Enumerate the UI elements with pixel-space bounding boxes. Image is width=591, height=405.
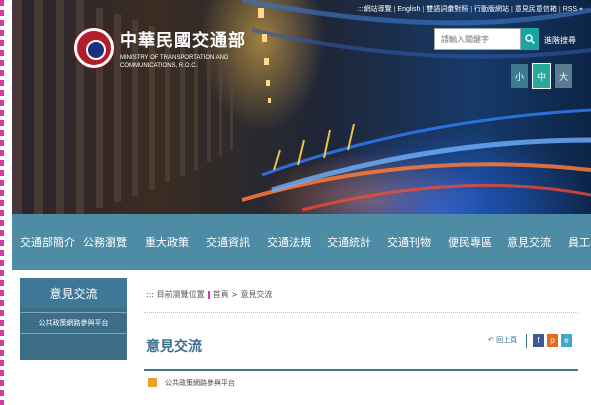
nav-item-publications[interactable]: 交通刊物 bbox=[387, 234, 431, 250]
advanced-search-link[interactable]: 進階搜尋 bbox=[544, 35, 576, 46]
facebook-icon[interactable]: f bbox=[533, 334, 544, 347]
nav-item-major-policies[interactable]: 重大政策 bbox=[145, 234, 189, 250]
breadcrumb-divider bbox=[144, 312, 578, 313]
page-edge-marker bbox=[0, 0, 4, 405]
main-nav: 交通部簡介 公務瀏覽 重大政策 交通資訊 交通法規 交通統計 交通刊物 便民專區… bbox=[12, 214, 591, 270]
document-icon bbox=[148, 378, 157, 387]
nav-item-staff[interactable]: 員工專 bbox=[568, 234, 591, 250]
font-size-large-button[interactable]: 大 bbox=[555, 64, 572, 88]
font-size-small-button[interactable]: 小 bbox=[511, 64, 528, 88]
sidebar-title: 意見交流 bbox=[20, 278, 127, 308]
site-logo[interactable]: 中華民國交通部 MINISTRY OF TRANSPORTATION AND C… bbox=[74, 26, 260, 70]
english-link[interactable]: English bbox=[397, 6, 420, 13]
sitemap-link[interactable]: :::網站導覽 bbox=[358, 6, 392, 13]
site-title-zh: 中華民國交通部 bbox=[120, 31, 246, 51]
top-utility-links: :::網站導覽 | English | 雙語詞彙對照 | 行動版網站 | 意見民意信箱 | RSS … bbox=[357, 6, 583, 13]
back-link[interactable]: ↶ 回上頁 bbox=[488, 335, 517, 345]
mailbox-link[interactable]: 意見民意信箱 bbox=[515, 6, 557, 13]
ministry-seal-icon bbox=[74, 28, 114, 68]
rss-icon[interactable]: ⌖ bbox=[579, 6, 583, 13]
breadcrumb-separator: > bbox=[231, 290, 238, 299]
nav-item-regulations[interactable]: 交通法規 bbox=[267, 234, 311, 250]
toolbar-divider bbox=[526, 334, 527, 348]
breadcrumb-label: 目前瀏覽位置 bbox=[156, 290, 205, 299]
list-item[interactable]: 公共政策網路參與平台 bbox=[165, 378, 235, 388]
bilingual-glossary-link[interactable]: 雙語詞彙對照 bbox=[426, 6, 468, 13]
nav-item-transport-info[interactable]: 交通資訊 bbox=[206, 234, 250, 250]
back-link-label: 回上頁 bbox=[496, 336, 518, 344]
rss-link[interactable]: RSS bbox=[563, 6, 577, 13]
location-marker-icon bbox=[207, 290, 210, 299]
title-divider bbox=[144, 369, 578, 371]
search-input[interactable] bbox=[434, 28, 521, 50]
breadcrumb-current: 意見交流 bbox=[240, 290, 273, 299]
back-arrow-icon: ↶ bbox=[488, 336, 494, 344]
search-button[interactable] bbox=[521, 28, 539, 50]
nav-item-about[interactable]: 交通部簡介 bbox=[20, 234, 75, 250]
plurk-icon[interactable]: p bbox=[547, 334, 558, 347]
sidebar-item-policy-platform[interactable]: 公共政策網路參與平台 bbox=[20, 312, 127, 334]
search-icon bbox=[525, 34, 535, 44]
breadcrumb: ::: 目前瀏覽位置 首頁 > 意見交流 bbox=[146, 289, 272, 300]
nav-item-statistics[interactable]: 交通統計 bbox=[327, 234, 371, 250]
nav-item-feedback[interactable]: 意見交流 bbox=[507, 234, 551, 250]
page-title: 意見交流 bbox=[146, 339, 202, 355]
nav-item-services[interactable]: 便民專區 bbox=[448, 234, 492, 250]
site-title-en: MINISTRY OF TRANSPORTATION AND COMMUNICA… bbox=[120, 55, 229, 69]
breadcrumb-prefix: ::: bbox=[146, 290, 155, 299]
nav-item-public-affairs[interactable]: 公務瀏覽 bbox=[83, 234, 127, 250]
share-icon[interactable]: e bbox=[561, 334, 572, 347]
mobile-site-link[interactable]: 行動版網站 bbox=[474, 6, 509, 13]
breadcrumb-home-link[interactable]: 首頁 bbox=[213, 290, 229, 299]
font-size-medium-button[interactable]: 中 bbox=[532, 63, 551, 89]
sidebar: 意見交流 公共政策網路參與平台 bbox=[20, 278, 127, 360]
